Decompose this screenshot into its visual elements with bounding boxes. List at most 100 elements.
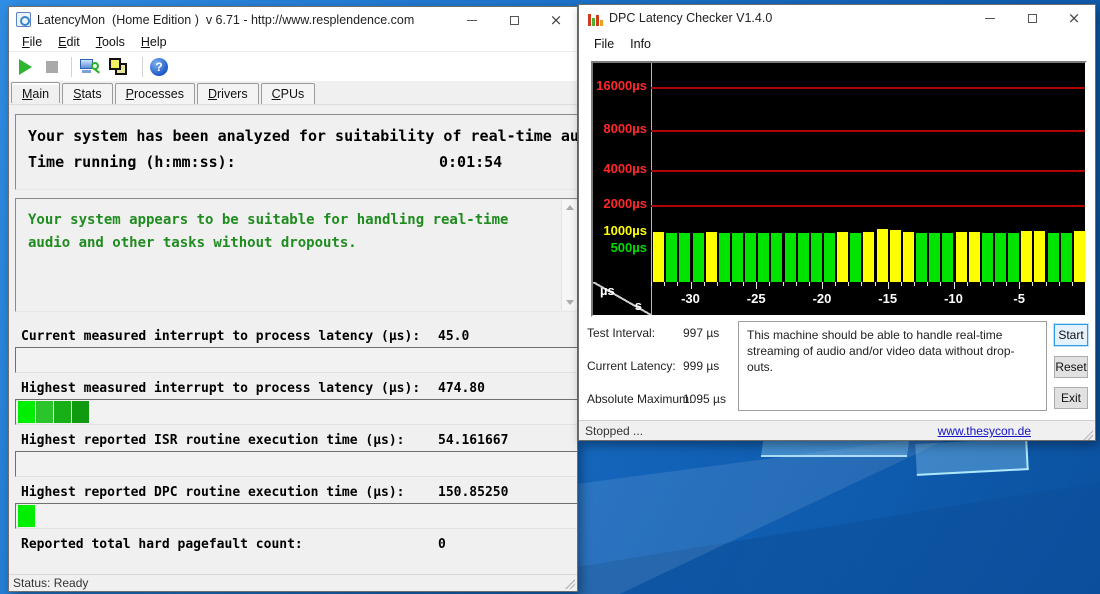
latency-bar (706, 232, 717, 282)
progress-cell (36, 401, 53, 423)
time-running-value: 0:01:54 (439, 153, 502, 171)
metric-value: 474.80 (438, 381, 485, 396)
x-tick (1072, 282, 1073, 286)
latency-bar (916, 233, 927, 282)
scroll-down-icon[interactable] (566, 300, 574, 305)
menu-tools[interactable]: Tools (89, 33, 132, 51)
x-tick (940, 282, 941, 286)
dpc-info-value: 997 µs (683, 326, 719, 340)
menu-info[interactable]: Info (623, 35, 658, 53)
y-axis-label: 8000µs (593, 121, 647, 136)
close-icon[interactable]: × (1053, 5, 1095, 31)
progress-cell (18, 505, 35, 527)
tab-drivers[interactable]: Drivers (197, 83, 259, 104)
latencymon-titlebar[interactable]: LatencyMon (Home Edition ) v 6.71 - http… (9, 7, 577, 33)
x-tick (783, 282, 784, 286)
x-tick (1019, 282, 1020, 289)
wallpaper-shade (578, 470, 1100, 594)
x-tick (704, 282, 705, 286)
resize-grip[interactable] (565, 579, 575, 589)
dpc-titlebar[interactable]: DPC Latency Checker V1.4.0 × (579, 5, 1095, 33)
x-tick (835, 282, 836, 286)
metric-label: Highest reported DPC routine execution t… (21, 485, 405, 500)
scroll-up-icon[interactable] (566, 205, 574, 210)
dpc-info-label: Current Latency: (587, 359, 676, 373)
gridline-4000us (651, 170, 1085, 172)
maximize-icon[interactable] (1011, 5, 1053, 31)
x-tick (717, 282, 718, 286)
x-tick (822, 282, 823, 289)
latency-bar (1048, 233, 1059, 282)
tab-cpus[interactable]: CPUs (261, 83, 316, 104)
minimize-icon[interactable] (969, 5, 1011, 31)
axis-corner-box: µs s (593, 282, 651, 315)
x-tick (809, 282, 810, 286)
verdict-box: Your system appears to be suitable for h… (15, 198, 578, 312)
start-button[interactable]: Start (1054, 324, 1088, 346)
dpc-info-label: Test Interval: (587, 326, 655, 340)
close-icon[interactable]: × (535, 7, 577, 33)
dpc-info-label: Absolute Maximum: (587, 392, 692, 406)
tab-stats[interactable]: Stats (62, 83, 113, 104)
menu-file[interactable]: File (587, 35, 621, 53)
latency-bar (877, 229, 888, 282)
latencymon-status-text: Status: Ready (13, 576, 88, 590)
metric-value: 150.85250 (438, 485, 508, 500)
menu-help[interactable]: Help (134, 33, 174, 51)
metric-progress-bar (15, 503, 578, 529)
metric-label: Highest measured interrupt to process la… (21, 381, 420, 396)
latency-bar (903, 232, 914, 282)
stop-monitor-icon[interactable] (46, 61, 58, 73)
dpc-info-value: 1095 µs (683, 392, 726, 406)
latency-bar (666, 233, 677, 282)
x-tick (914, 282, 915, 286)
gridline-2000us (651, 205, 1085, 207)
x-tick (796, 282, 797, 286)
help-icon[interactable]: ? (150, 58, 168, 76)
latency-bar (929, 233, 940, 282)
dpc-latency-checker-window: DPC Latency Checker V1.4.0 × FileInfo µs… (578, 4, 1096, 441)
pagefault-value: 0 (438, 537, 446, 552)
latencymon-tabbar: MainStatsProcessesDriversCPUs (11, 83, 577, 104)
latencymon-toolbar: ? (9, 52, 577, 81)
x-tick-label: -15 (873, 291, 903, 306)
tab-main[interactable]: Main (11, 82, 60, 103)
progress-cell (54, 401, 71, 423)
reset-button[interactable]: Reset (1054, 356, 1088, 378)
latency-bar (837, 232, 848, 282)
x-tick (769, 282, 770, 286)
metric-label: Highest reported ISR routine execution t… (21, 433, 405, 448)
latencymon-app-icon (16, 12, 31, 27)
latency-bar (719, 233, 730, 282)
resize-grip[interactable] (1083, 430, 1093, 440)
exit-button[interactable]: Exit (1054, 387, 1088, 409)
start-monitor-icon[interactable] (19, 59, 32, 75)
time-running-label: Time running (h:mm:ss): (28, 153, 236, 171)
analyze-system-icon[interactable] (79, 58, 99, 76)
y-axis-label: 2000µs (593, 196, 647, 211)
menu-file[interactable]: File (15, 33, 49, 51)
wallpaper-logo-pane (915, 438, 1029, 476)
latency-bar (798, 233, 809, 282)
tab-processes[interactable]: Processes (115, 83, 195, 104)
x-tick (888, 282, 889, 289)
y-axis-unit-label: µs (600, 283, 615, 298)
verdict-scrollbar[interactable] (561, 200, 577, 310)
latency-bar (653, 232, 664, 282)
metric-value: 45.0 (438, 329, 469, 344)
dpc-info-value: 999 µs (683, 359, 719, 373)
latency-bar (1061, 233, 1072, 282)
windows-cascade-icon[interactable] (109, 58, 129, 76)
latency-bar (785, 233, 796, 282)
maximize-icon[interactable] (493, 7, 535, 33)
x-tick (848, 282, 849, 286)
latencymon-window: LatencyMon (Home Edition ) v 6.71 - http… (8, 6, 578, 592)
menu-edit[interactable]: Edit (51, 33, 87, 51)
x-tick (980, 282, 981, 286)
thesycon-link[interactable]: www.thesycon.de (938, 424, 1031, 438)
x-tick (967, 282, 968, 286)
latency-bar (995, 233, 1006, 282)
minimize-icon[interactable] (451, 7, 493, 33)
x-tick-label: -25 (741, 291, 771, 306)
latency-bar (969, 232, 980, 282)
